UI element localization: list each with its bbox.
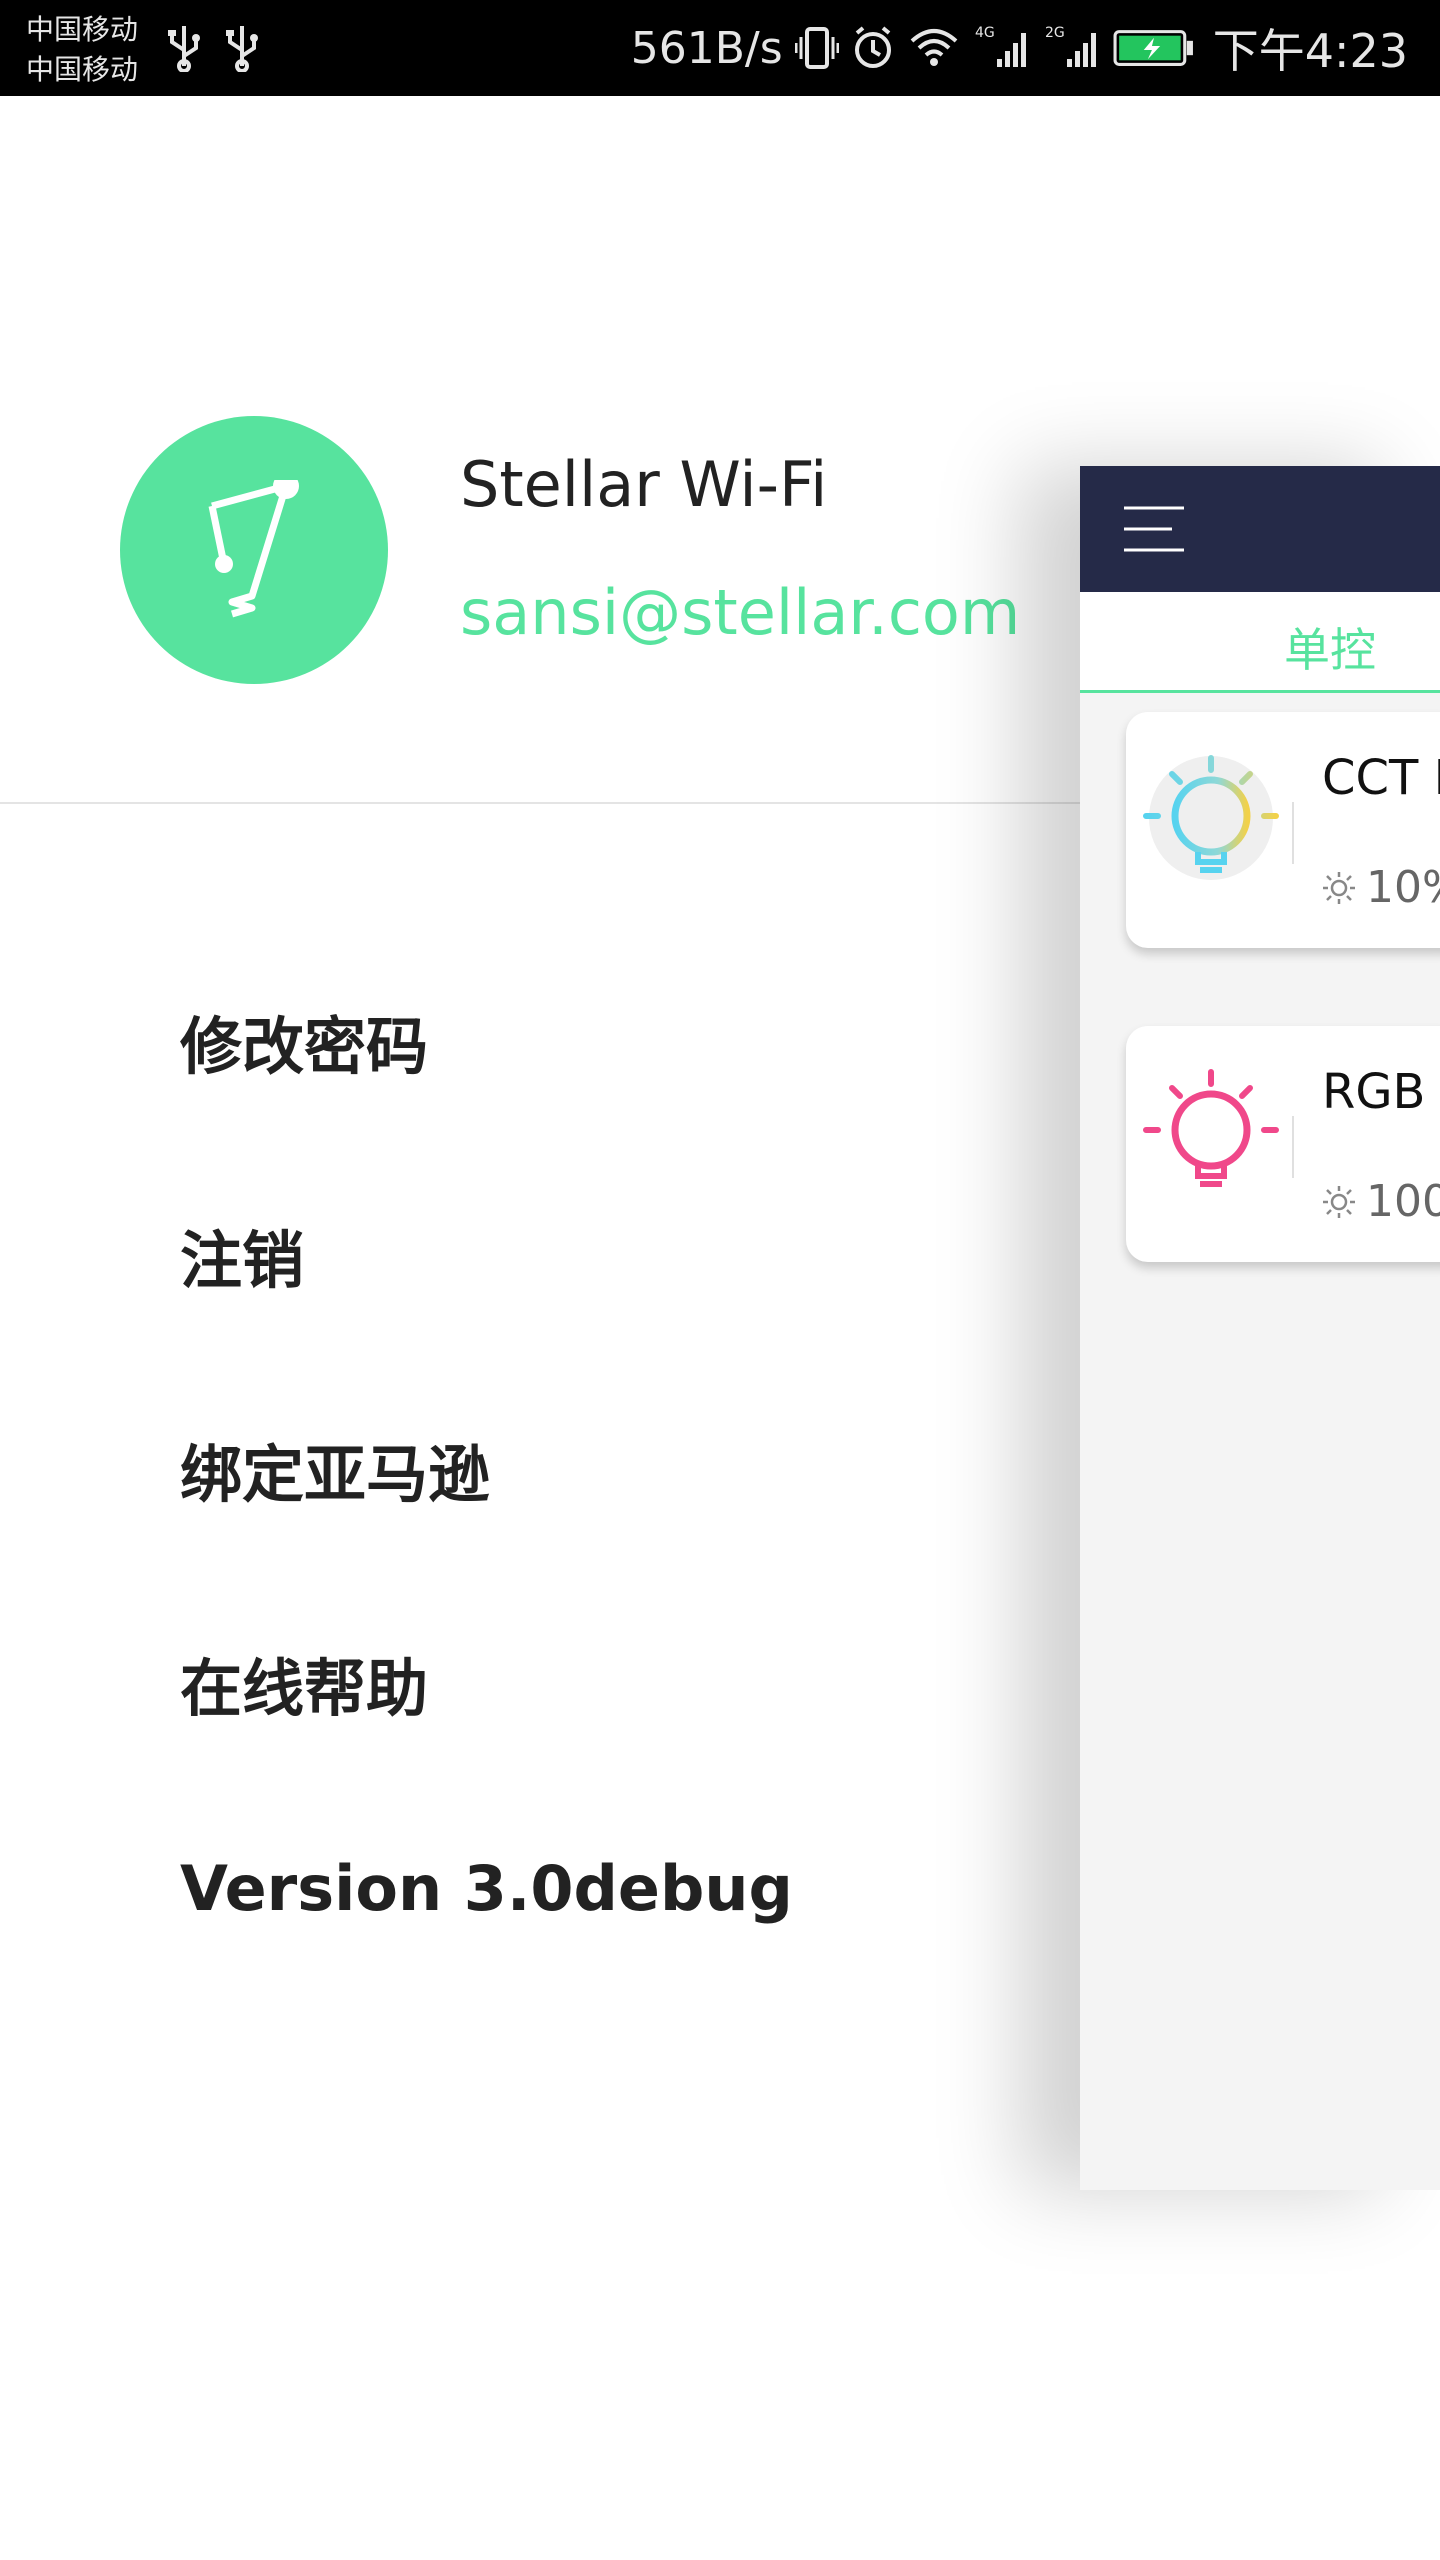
carrier-2: 中国移动 xyxy=(26,53,139,86)
app-bar xyxy=(1080,466,1440,592)
main-screen-preview[interactable]: 单控 CCT B 10% xyxy=(1080,466,1440,2190)
device-card-rgb[interactable]: RGB B 100 xyxy=(1126,1026,1440,1262)
hamburger-menu-icon[interactable] xyxy=(1124,504,1184,554)
alarm-icon xyxy=(854,26,891,68)
carrier-1: 中国移动 xyxy=(26,13,139,46)
device-title: RGB B xyxy=(1322,1064,1440,1120)
card-separator xyxy=(1292,802,1294,864)
divider xyxy=(0,802,1080,804)
usb-icon xyxy=(226,26,258,72)
device-card-cct[interactable]: CCT B 10% xyxy=(1126,712,1440,948)
menu-item-logout[interactable]: 注销 xyxy=(180,1210,304,1300)
brightness-value: 10% xyxy=(1366,862,1440,913)
navigation-drawer: Stellar Wi-Fi sansi@stellar.com 修改密码 注销 … xyxy=(0,96,1080,2560)
rgb-bulb-icon xyxy=(1143,1069,1279,1187)
account-email: sansi@stellar.com xyxy=(460,576,1021,649)
battery-charging-icon xyxy=(1113,30,1193,66)
signal-2g-icon: 2G xyxy=(1045,25,1096,67)
clock: 下午4:23 xyxy=(1212,24,1408,78)
menu-item-online-help[interactable]: 在线帮助 xyxy=(180,1638,428,1728)
cct-bulb-icon xyxy=(1143,755,1279,880)
carrier-info: 中国移动 中国移动 xyxy=(26,10,156,90)
net-speed: 561B/s xyxy=(630,22,783,74)
account-name: Stellar Wi-Fi xyxy=(460,448,828,521)
version-label: Version 3.0debug xyxy=(180,1852,793,1925)
tab-single-control[interactable]: 单控 xyxy=(1284,614,1376,680)
brightness-value: 100 xyxy=(1366,1176,1440,1227)
wifi-icon xyxy=(910,29,958,66)
usb-icon xyxy=(168,26,200,72)
tab-bar: 单控 xyxy=(1080,592,1440,693)
svg-text:2G: 2G xyxy=(1045,25,1065,41)
device-brightness: 100 xyxy=(1322,1176,1440,1227)
card-separator xyxy=(1292,1116,1294,1178)
stellar-logo-icon xyxy=(208,480,299,618)
signal-4g-icon: 4G xyxy=(975,25,1026,67)
brightness-icon xyxy=(1323,1185,1355,1218)
device-brightness: 10% xyxy=(1322,862,1440,913)
menu-item-change-password[interactable]: 修改密码 xyxy=(180,996,428,1086)
device-title: CCT B xyxy=(1322,750,1440,806)
svg-text:4G: 4G xyxy=(975,25,995,41)
menu-item-bind-amazon[interactable]: 绑定亚马逊 xyxy=(180,1424,490,1514)
brightness-icon xyxy=(1323,871,1355,904)
avatar[interactable] xyxy=(120,416,388,684)
status-bar: 中国移动 中国移动 561B/s 4G 2G 下午4:23 xyxy=(0,0,1440,96)
vibrate-icon xyxy=(794,27,839,69)
